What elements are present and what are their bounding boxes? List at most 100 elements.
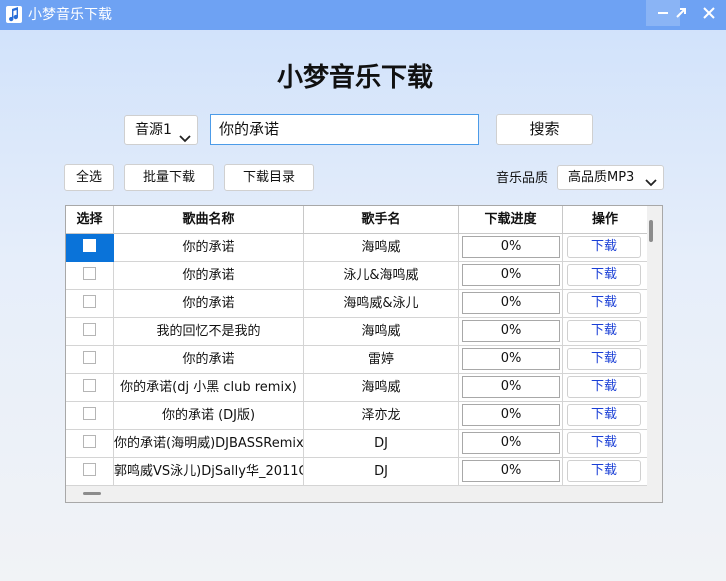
progress-cell: 0% — [459, 346, 563, 374]
row-checkbox[interactable] — [83, 435, 96, 448]
progress-value: 0% — [462, 236, 560, 258]
row-checkbox[interactable] — [83, 295, 96, 308]
table-row[interactable]: 你的承诺(dj 小黑 club remix) 海鸣威 0% 下载 — [66, 374, 647, 402]
song-title: 你的承诺 (DJ版) — [114, 402, 304, 430]
artist-name: DJ — [304, 458, 459, 486]
row-select-cell[interactable] — [66, 290, 114, 318]
row-select-cell[interactable] — [66, 374, 114, 402]
row-select-cell[interactable] — [66, 402, 114, 430]
search-button[interactable]: 搜索 — [496, 114, 593, 145]
download-button[interactable]: 下载 — [567, 460, 641, 482]
row-checkbox[interactable] — [83, 407, 96, 420]
page-title: 小梦音乐下载 — [276, 63, 433, 93]
action-cell: 下载 — [563, 458, 647, 486]
music-note-icon — [6, 6, 22, 23]
row-select-cell[interactable] — [66, 346, 114, 374]
progress-value: 0% — [462, 432, 560, 454]
progress-value: 0% — [462, 404, 560, 426]
download-button[interactable]: 下载 — [567, 292, 641, 314]
progress-cell: 0% — [459, 318, 563, 346]
song-title: 郭鸣威VS泳儿)DjSally华_2011CL — [114, 458, 304, 486]
action-cell: 下载 — [563, 430, 647, 458]
horizontal-scrollbar[interactable] — [83, 492, 101, 495]
action-cell: 下载 — [563, 402, 647, 430]
table-row[interactable]: 你的承诺 雷婷 0% 下载 — [66, 346, 647, 374]
action-cell: 下载 — [563, 234, 647, 262]
table-row[interactable]: 你的承诺(海明威)DJBASSRemix DJ 0% 下载 — [66, 430, 647, 458]
download-button[interactable]: 下载 — [567, 404, 641, 426]
source-select-value: 音源1 — [135, 122, 172, 138]
song-title: 你的承诺(海明威)DJBASSRemix — [114, 430, 304, 458]
select-all-button[interactable]: 全选 — [64, 164, 114, 191]
title-bar[interactable]: 小梦音乐下载 — [0, 0, 726, 30]
column-header-artist[interactable]: 歌手名 — [304, 206, 459, 234]
quality-label: 音乐品质 — [496, 171, 549, 186]
song-title: 你的承诺 — [114, 290, 304, 318]
row-checkbox[interactable] — [83, 323, 96, 336]
progress-value: 0% — [462, 320, 560, 342]
chevron-down-icon — [645, 172, 657, 195]
column-header-title[interactable]: 歌曲名称 — [114, 206, 304, 234]
quality-select[interactable]: 高品质MP3 — [557, 165, 664, 190]
progress-cell: 0% — [459, 262, 563, 290]
table-row[interactable]: 我的回忆不是我的 海鸣威 0% 下载 — [66, 318, 647, 346]
progress-value: 0% — [462, 460, 560, 482]
action-cell: 下载 — [563, 346, 647, 374]
progress-cell: 0% — [459, 430, 563, 458]
row-select-cell[interactable] — [66, 458, 114, 486]
song-title: 你的承诺 — [114, 346, 304, 374]
artist-name: 海鸣威 — [304, 318, 459, 346]
progress-value: 0% — [462, 348, 560, 370]
artist-name: 雷婷 — [304, 346, 459, 374]
row-checkbox[interactable] — [83, 351, 96, 364]
row-checkbox[interactable] — [83, 267, 96, 280]
download-button[interactable]: 下载 — [567, 320, 641, 342]
download-button[interactable]: 下载 — [567, 432, 641, 454]
action-cell: 下载 — [563, 290, 647, 318]
table-row[interactable]: 你的承诺 海鸣威 0% 下载 — [66, 234, 647, 262]
close-button[interactable] — [692, 0, 726, 26]
download-button[interactable]: 下载 — [567, 376, 641, 398]
progress-value: 0% — [462, 376, 560, 398]
column-header-progress[interactable]: 下载进度 — [459, 206, 563, 234]
artist-name: 海鸣威&泳儿 — [304, 290, 459, 318]
row-checkbox[interactable] — [83, 379, 96, 392]
progress-cell: 0% — [459, 290, 563, 318]
song-title: 你的承诺(dj 小黑 club remix) — [114, 374, 304, 402]
row-checkbox[interactable] — [83, 463, 96, 476]
download-button[interactable]: 下载 — [567, 236, 641, 258]
row-select-cell[interactable] — [66, 430, 114, 458]
batch-download-button[interactable]: 批量下载 — [124, 164, 214, 191]
vertical-scrollbar[interactable] — [649, 220, 653, 242]
source-select[interactable]: 音源1 — [124, 115, 198, 145]
action-cell: 下载 — [563, 318, 647, 346]
song-title: 你的承诺 — [114, 262, 304, 290]
column-header-select[interactable]: 选择 — [66, 206, 114, 234]
progress-cell: 0% — [459, 374, 563, 402]
app-window: 小梦音乐下载 小梦音乐下载 音源1 你的承诺 搜索 全选 批量下载 下载目录 音… — [0, 0, 726, 581]
table-row[interactable]: 郭鸣威VS泳儿)DjSally华_2011CL DJ 0% 下载 — [66, 458, 647, 486]
artist-name: DJ — [304, 430, 459, 458]
table-row[interactable]: 你的承诺 海鸣威&泳儿 0% 下载 — [66, 290, 647, 318]
download-button[interactable]: 下载 — [567, 348, 641, 370]
row-checkbox[interactable] — [83, 239, 96, 252]
column-header-action[interactable]: 操作 — [563, 206, 647, 234]
artist-name: 泳儿&海鸣威 — [304, 262, 459, 290]
download-button[interactable]: 下载 — [567, 264, 641, 286]
artist-name: 海鸣威 — [304, 234, 459, 262]
results-table-body[interactable]: 选择 歌曲名称 歌手名 下载进度 操作 你的承诺 海鸣威 0% 下载 你的承诺 … — [66, 206, 647, 486]
artist-name: 泽亦龙 — [304, 402, 459, 430]
search-input[interactable]: 你的承诺 — [210, 114, 479, 145]
progress-cell: 0% — [459, 234, 563, 262]
table-row[interactable]: 你的承诺 泳儿&海鸣威 0% 下载 — [66, 262, 647, 290]
window-title: 小梦音乐下载 — [28, 7, 112, 23]
action-cell: 下载 — [563, 374, 647, 402]
row-select-cell[interactable] — [66, 234, 114, 262]
row-select-cell[interactable] — [66, 262, 114, 290]
progress-value: 0% — [462, 264, 560, 286]
action-cell: 下载 — [563, 262, 647, 290]
download-directory-button[interactable]: 下载目录 — [224, 164, 314, 191]
quality-select-value: 高品质MP3 — [568, 170, 635, 185]
table-row[interactable]: 你的承诺 (DJ版) 泽亦龙 0% 下载 — [66, 402, 647, 430]
row-select-cell[interactable] — [66, 318, 114, 346]
